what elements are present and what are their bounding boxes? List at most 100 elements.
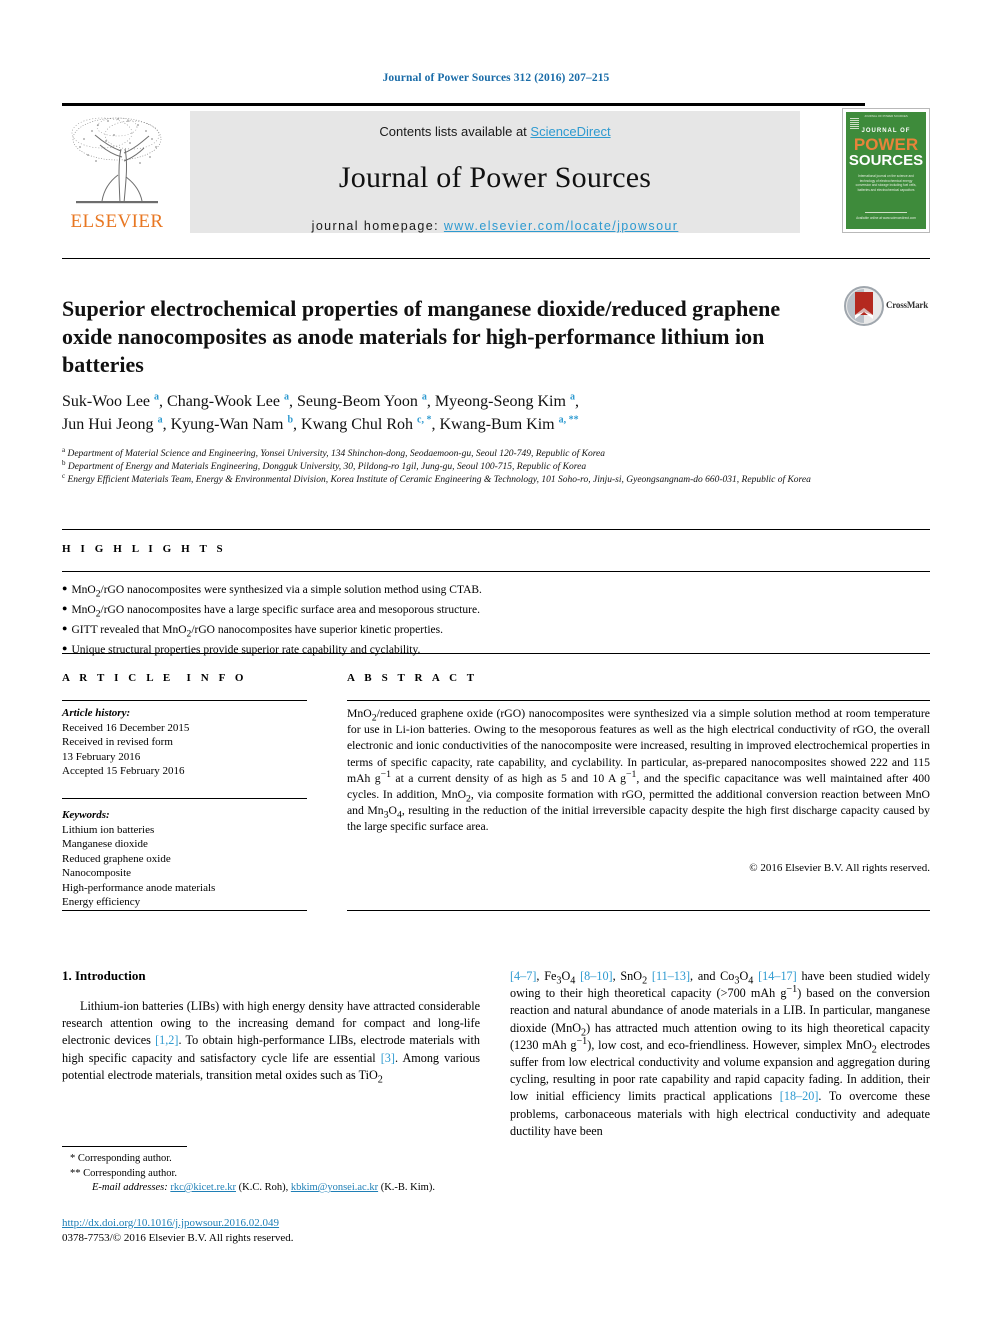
journal-title: Journal of Power Sources [338,161,652,194]
journal-cover-art: JOURNAL OF POWER SOURCES JOURNAL OF POWE… [846,112,926,229]
affiliation-mark: b [62,458,66,467]
article-info-rule [62,700,307,701]
affiliation-item: b Department of Energy and Materials Eng… [62,458,862,474]
affiliation-text: Department of Material Science and Engin… [67,449,606,459]
footnote-corresponding-2: ** Corresponding author. [70,1167,178,1179]
contents-line: Contents lists available at ScienceDirec… [190,124,800,139]
highlight-text: Unique structural properties provide sup… [71,644,421,656]
cover-bottom-text: Available online at www.sciencedirect.co… [856,216,916,221]
keyword-item: Reduced graphene oxide [62,852,171,865]
contents-prefix: Contents lists available at [379,124,531,139]
affiliation-mark: c [62,471,66,480]
author-affiliation-mark: a, ** [558,414,579,426]
cover-bottom-note: Available online at www.sciencedirect.co… [852,212,920,221]
author-name: Suk-Woo Lee [62,393,151,410]
citation-ref[interactable]: [8–10] [580,969,613,983]
crossmark-badge[interactable]: CrossMark [844,286,930,326]
homepage-label: journal homepage: [311,219,439,233]
bullet-icon: ● [62,603,68,613]
citation-ref[interactable]: [1,2] [155,1033,178,1047]
history-item: Accepted 15 February 2016 [62,765,185,777]
article-page: Journal of Power Sources 312 (2016) 207–… [0,0,992,1323]
list-item: ● Unique structural properties provide su… [62,640,930,658]
footnote-rule [62,1146,187,1147]
citation-ref[interactable]: [3] [381,1051,395,1065]
abstract-heading: A B S T R A C T [347,672,478,684]
email-link-kim[interactable]: kbkim@yonsei.ac.kr [291,1182,378,1193]
article-history-label: Article history: [62,707,131,719]
title-separator-rule [62,258,930,259]
footnote-emails: E-mail addresses: rkc@kicet.re.kr (K.C. … [62,1181,480,1196]
author-affiliation-mark: a [569,391,575,403]
author-list: Suk-Woo Lee a, Chang-Wook Lee a, Seung-B… [62,391,579,433]
crossmark-icon [844,286,884,326]
running-head: Journal of Power Sources 312 (2016) 207–… [382,72,610,84]
sciencedirect-link[interactable]: ScienceDirect [530,124,610,139]
history-item: Received 16 December 2015 [62,721,190,734]
email-owner-roh: (K.C. Roh), [238,1182,289,1193]
affiliation-item: c Energy Efficient Materials Team, Energ… [62,471,862,487]
elsevier-tree-icon [71,117,162,204]
highlights-list: ● MnO2/rGO nanocomposites were synthesize… [62,580,930,660]
cover-sources-word: SOURCES [848,152,924,169]
author-name: Chang-Wook Lee [167,393,280,410]
citation-ref[interactable]: [4–7] [510,969,536,983]
footer-block: http://dx.doi.org/10.1016/j.jpowsour.201… [62,1216,492,1246]
author-affiliation-mark: a [154,391,160,403]
article-info-heading: A R T I C L E I N F O [62,672,248,684]
section-heading-introduction: 1. Introduction [62,968,146,983]
issn-copyright: 0378-7753/© 2016 Elsevier B.V. All right… [62,1232,294,1244]
journal-cover-thumbnail[interactable]: JOURNAL OF POWER SOURCES JOURNAL OF POWE… [842,108,930,233]
highlights-mid-rule [62,571,930,572]
cover-divider [865,212,907,214]
abstract-bottom-rule [347,910,930,911]
keywords-block: Keywords: Lithium ion batteries Manganes… [62,808,307,910]
list-item: ● GITT revealed that MnO2/rGO nanocomposi… [62,620,930,640]
page-title: Superior electrochemical properties of m… [62,295,781,377]
keyword-item: Nanocomposite [62,867,132,879]
journal-homepage-line: journal homepage: www.elsevier.com/locat… [190,219,800,233]
email-link-roh[interactable]: rkc@kicet.re.kr [170,1182,236,1193]
keywords-bottom-rule [62,910,307,911]
highlight-text: MnO2/rGO nanocomposites were synthesized… [71,584,482,600]
masthead-banner: Contents lists available at ScienceDirec… [190,111,800,233]
author-name: Kwang-Bum Kim [439,416,555,433]
keyword-item: Energy efficiency [62,896,141,908]
masthead-top-rule [62,103,865,106]
bullet-icon: ● [62,583,68,593]
intro-paragraph-left: Lithium-ion batteries (LIBs) with high e… [62,999,480,1086]
list-item: ● MnO2/rGO nanocomposites have a large sp… [62,600,930,619]
citation-ref[interactable]: [14–17] [758,969,797,983]
abstract-top-rule [347,700,930,701]
journal-homepage-link[interactable]: www.elsevier.com/locate/jpowsour [444,219,678,233]
abstract-text: MnO2/reduced graphene oxide (rGO) nanoco… [347,707,931,834]
author-name: Kyung-Wan Nam [170,416,284,433]
author-name: Jun Hui Jeong [62,416,154,433]
affiliation-mark: a [62,445,66,454]
doi-link[interactable]: http://dx.doi.org/10.1016/j.jpowsour.201… [62,1217,279,1229]
footnote-block: * Corresponding author. ** Corresponding… [62,1152,480,1196]
crossmark-label: CrossMark [886,300,929,310]
abstract-copyright: © 2016 Elsevier B.V. All rights reserved… [749,862,930,874]
cover-blurb: International journal on the science and… [855,174,917,192]
author-affiliation-mark: b [287,414,294,426]
email-owner-kim: (K.-B. Kim). [380,1182,435,1193]
elsevier-logo: ELSEVIER [62,111,172,233]
author-affiliation-mark: a [283,391,289,403]
history-item: 13 February 2016 [62,750,141,763]
highlight-text: GITT revealed that MnO2/rGO nanocomposit… [71,624,443,640]
email-label: E-mail addresses: [92,1182,168,1193]
citation-ref[interactable]: [18–20] [780,1089,819,1103]
bullet-icon: ● [62,643,68,653]
author-affiliation-mark: c, * [417,414,432,426]
highlights-heading: H I G H L I G H T S [62,543,227,555]
affiliation-item: a Department of Material Science and Eng… [62,445,862,461]
keywords-top-rule [62,798,307,799]
journal-masthead: ELSEVIER Contents lists available at Sci… [62,103,930,233]
keyword-item: Manganese dioxide [62,838,148,850]
author-name: Seung-Beom Yoon [296,393,418,410]
bullet-icon: ● [62,623,68,633]
intro-paragraph-right: [4–7], Fe3O4 [8–10], SnO2 [11–13], and C… [510,969,931,1138]
affiliation-text: Energy Efficient Materials Team, Energy … [67,475,811,485]
citation-ref[interactable]: [11–13] [652,969,690,983]
